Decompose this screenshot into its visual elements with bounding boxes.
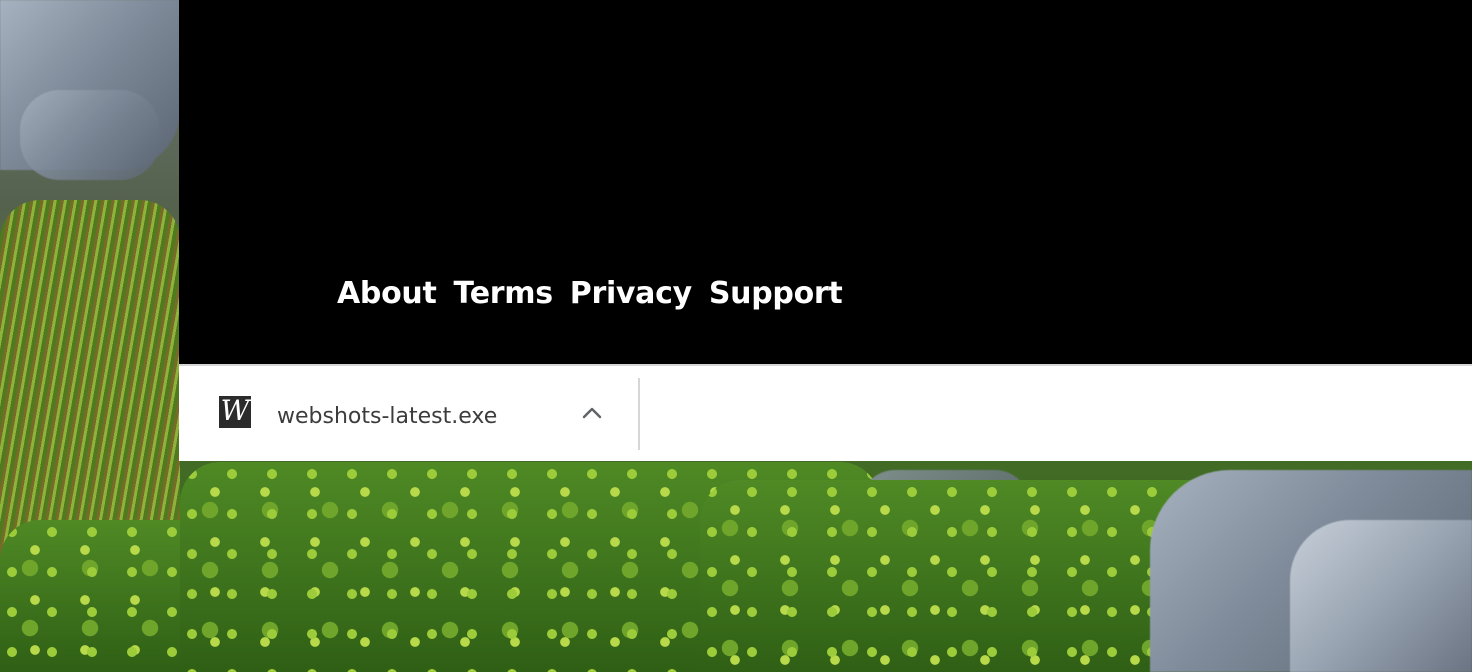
footer-link-privacy[interactable]: Privacy [570,276,692,311]
download-item[interactable]: W webshots-latest.exe [179,366,638,461]
footer-nav: About Terms Privacy Support [337,276,843,311]
download-file-name: webshots-latest.exe [277,404,498,429]
footer-link-support[interactable]: Support [709,276,843,311]
browser-page-content: About Terms Privacy Support [179,0,1472,364]
footer-link-about[interactable]: About [337,276,437,311]
wallpaper-rock [1290,520,1472,672]
download-shelf: W webshots-latest.exe [179,364,1472,461]
footer-link-terms[interactable]: Terms [454,276,554,311]
download-item-divider [638,378,640,450]
chevron-up-icon[interactable] [581,402,603,424]
wallpaper-rock [20,90,160,180]
desktop: About Terms Privacy Support W webshots-l… [0,0,1472,672]
webshots-app-icon: W [219,396,251,428]
